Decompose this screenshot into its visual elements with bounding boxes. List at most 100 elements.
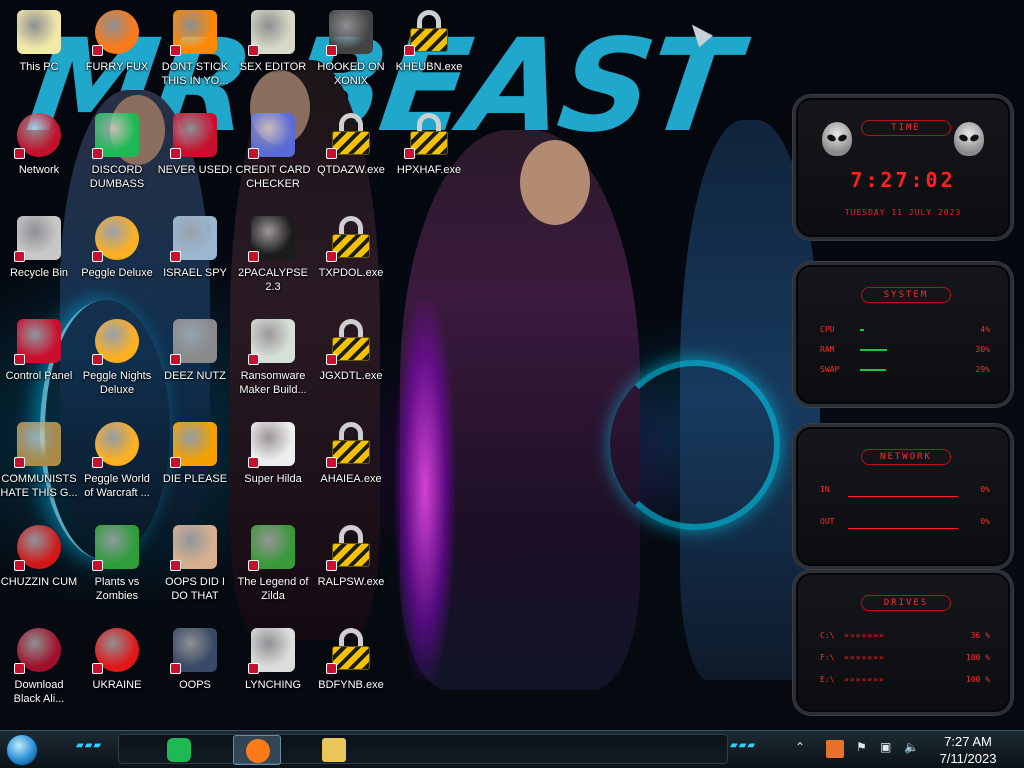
tray-app-icon[interactable] [826, 740, 844, 758]
desktop-icon[interactable]: TXPDOL.exe [312, 210, 390, 310]
taskbar-firefox-button[interactable] [233, 735, 281, 765]
drive-f-label: F:\ [820, 653, 835, 662]
lock-body [332, 646, 370, 670]
desktop-icon[interactable]: DIE PLEASE [156, 416, 234, 516]
taskbar-spotify-button[interactable] [155, 735, 203, 765]
desktop-icon[interactable]: RALPSW.exe [312, 519, 390, 619]
desktop-icon-label: The Legend of Zilda [237, 576, 309, 602]
shortcut-badge-icon [404, 148, 415, 159]
desktop-icon[interactable]: SEX EDITOR [234, 4, 312, 104]
desktop-icon[interactable]: Control Panel [0, 313, 78, 413]
shortcut-badge-icon [326, 148, 337, 159]
desktop-icon[interactable]: Peggle World of Warcraft ... [78, 416, 156, 516]
action-center-flag-icon[interactable]: ⚑ [856, 740, 867, 754]
taskbar-clock[interactable]: 7:27 AM 7/11/2023 [928, 733, 1008, 767]
desktop-icon[interactable]: CHUZZIN CUM [0, 519, 78, 619]
desktop-icon[interactable]: BDFYNB.exe [312, 622, 390, 722]
shortcut-badge-icon [326, 663, 337, 674]
desktop-icon[interactable]: DISCORD DUMBASS [78, 107, 156, 207]
network-widget-title: NETWORK [861, 449, 951, 465]
desktop-icon[interactable]: CREDIT CARD CHECKER [234, 107, 312, 207]
shortcut-badge-icon [326, 45, 337, 56]
taskbar-app-strip [118, 734, 728, 764]
hex-editor-icon [248, 10, 295, 56]
dev-cpp-icon [170, 113, 217, 159]
lock-icon [404, 10, 451, 56]
desktop-icon-label: ISRAEL SPY [163, 267, 227, 279]
desktop-icon[interactable]: Peggle Nights Deluxe [78, 313, 156, 413]
desktop-icon[interactable]: UKRAINE [78, 622, 156, 722]
folder-icon [322, 738, 346, 762]
desktop-icon[interactable]: FURRY FUX [78, 4, 156, 104]
shortcut-badge-icon [14, 457, 25, 468]
desktop-icon-label: Plants vs Zombies [94, 576, 140, 602]
desktop-icon[interactable]: Recycle Bin [0, 210, 78, 310]
desktop-icon[interactable]: Peggle Deluxe [78, 210, 156, 310]
show-hidden-icons-icon[interactable]: ⌃ [795, 740, 805, 754]
desktop-icon[interactable]: KHEUBN.exe [390, 4, 468, 104]
network-tray-icon[interactable]: ▣ [880, 740, 891, 754]
lock-icon [326, 422, 373, 468]
shortcut-badge-icon [326, 251, 337, 262]
desktop-icon[interactable]: DONT STICK THIS IN YO... [156, 4, 234, 104]
drive-f-row: F:\ »»»»»»» 100 % [820, 651, 990, 665]
desktop-icon[interactable]: JGXDTL.exe [312, 313, 390, 413]
desktop-icon-label: This PC [19, 61, 59, 73]
desktop-icon-label: 2PACALYPSE 2.3 [238, 267, 308, 293]
shortcut-badge-icon [92, 45, 103, 56]
desktop-icon[interactable]: DEEZ NUTZ [156, 313, 234, 413]
desktop-icon-label: Peggle Nights Deluxe [82, 370, 152, 396]
desktop-icon[interactable]: OOPS DID I DO THAT [156, 519, 234, 619]
taskbar-date: 7/11/2023 [939, 751, 997, 766]
desktop-icon[interactable]: Network [0, 107, 78, 207]
desktop-icon[interactable]: OOPS [156, 622, 234, 722]
desktop-icon[interactable]: The Legend of Zilda [234, 519, 312, 619]
drives-widget-title: DRIVES [861, 595, 951, 611]
shortcut-badge-icon [248, 354, 259, 365]
start-button[interactable] [6, 734, 38, 766]
lock-icon [326, 319, 373, 365]
network-out-graph [848, 515, 958, 529]
desktop-icon[interactable]: 2PACALYPSE 2.3 [234, 210, 312, 310]
lock-icon [326, 216, 373, 262]
drives-widget: DRIVES C:\ »»»»»»» 36 % F:\ »»»»»»» 100 … [793, 570, 1013, 715]
desktop-icon[interactable]: Ransomware Maker Build... [234, 313, 312, 413]
desktop-icon-label: UKRAINE [92, 679, 142, 691]
desktop-icon-label: KHEUBN.exe [395, 61, 463, 73]
pixel-face-icon [248, 422, 295, 468]
desktop-icon[interactable]: ISRAEL SPY [156, 210, 234, 310]
desktop-icon[interactable]: HOOKED ON XONIX [312, 4, 390, 104]
document-icon [170, 628, 217, 674]
desktop-icon-label: CHUZZIN CUM [0, 576, 78, 588]
credit-card-icon [248, 113, 295, 159]
desktop-icon[interactable]: Super Hilda [234, 416, 312, 516]
drive-c-label: C:\ [820, 631, 835, 640]
desktop-icon[interactable]: LYNCHING [234, 622, 312, 722]
lock-body [410, 28, 448, 52]
desktop-icon[interactable]: This PC [0, 4, 78, 104]
desktop-icon[interactable]: NEVER USED! [156, 107, 234, 207]
desktop-icon-label: DEEZ NUTZ [164, 370, 226, 382]
taskbar-file-explorer-button[interactable] [310, 735, 358, 765]
desktop-icon[interactable]: Plants vs Zombies [78, 519, 156, 619]
system-widget: SYSTEM CPU 4% RAM 30% SWAP 29% [793, 262, 1013, 407]
desktop-icon[interactable]: Download Black Ali... [0, 622, 78, 722]
spotify-icon [92, 113, 139, 159]
desktop-icon[interactable]: QTDAZW.exe [312, 107, 390, 207]
desktop-icon-label: Control Panel [5, 370, 73, 382]
desktop-icon[interactable]: COMMUNISTS HATE THIS G... [0, 416, 78, 516]
shortcut-badge-icon [92, 148, 103, 159]
lock-icon [404, 113, 451, 159]
desktop-icon-label: OOPS [179, 679, 211, 691]
desktop-icon[interactable]: AHAIEA.exe [312, 416, 390, 516]
desktop-icon-label: HOOKED ON XONIX [317, 61, 385, 87]
desktop-icon-label: FURRY FUX [85, 61, 149, 73]
desktop-icon[interactable]: HPXHAF.exe [390, 107, 468, 207]
desktop-icon-label: COMMUNISTS HATE THIS G... [0, 473, 78, 499]
desktop-icon-label: Super Hilda [244, 473, 302, 485]
shortcut-badge-icon [14, 354, 25, 365]
lock-body [332, 234, 370, 258]
vlc-icon [170, 10, 217, 56]
volume-icon[interactable]: 🔈 [904, 740, 919, 754]
lock-body [332, 543, 370, 567]
